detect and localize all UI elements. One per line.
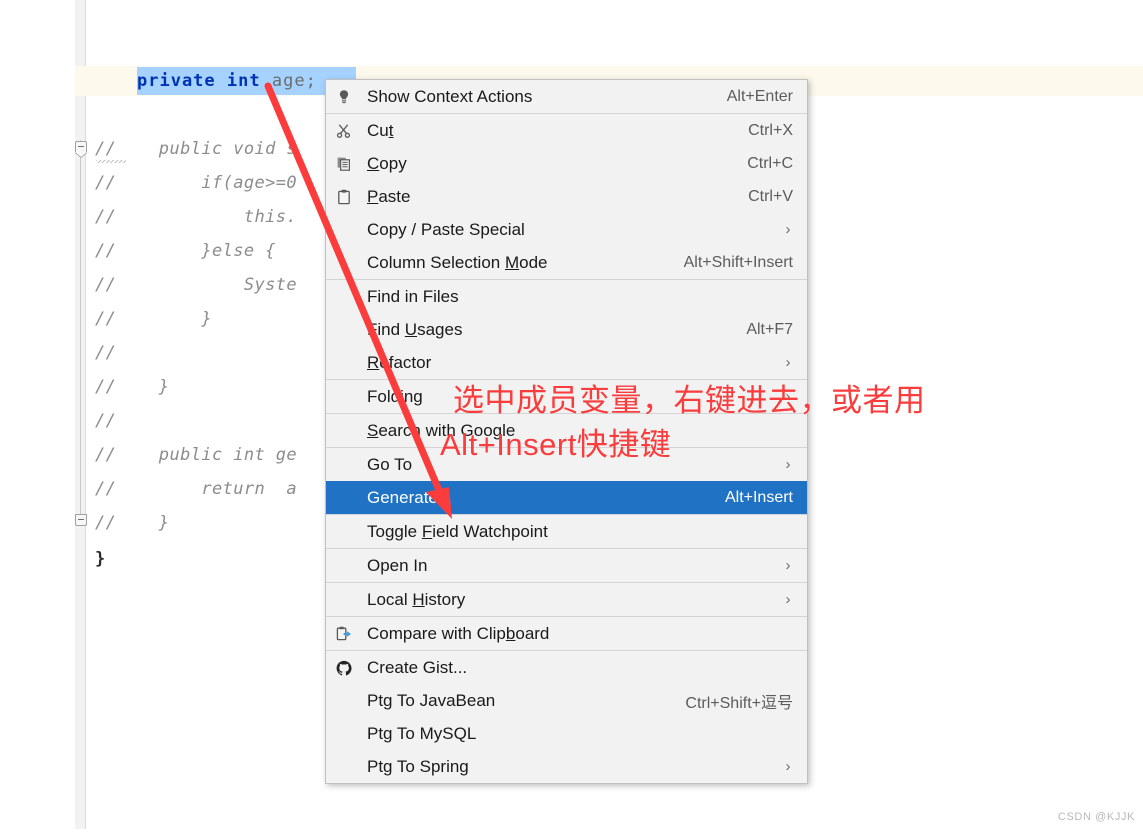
chevron-right-icon: › xyxy=(785,354,791,371)
menu-item-show-context-actions[interactable]: Show Context Actions Alt+Enter xyxy=(326,80,807,113)
menu-item-shortcut: Alt+F7 xyxy=(746,320,793,338)
menu-item-label: Copy / Paste Special xyxy=(367,219,525,239)
menu-item-label: Local History xyxy=(367,589,466,609)
keyword-int: int xyxy=(226,71,261,91)
menu-item-toggle-field-watchpoint[interactable]: Toggle Field Watchpoint xyxy=(326,515,807,548)
menu-item-label: Cut xyxy=(367,120,394,140)
menu-item-label: Compare with Clipboard xyxy=(367,623,550,643)
menu-item-label: Open In xyxy=(367,555,428,575)
menu-item-shortcut: Ctrl+Shift+逗号 xyxy=(685,694,793,712)
code-line-comment: // public int ge xyxy=(95,445,298,465)
menu-item-label: Find in Files xyxy=(367,286,459,306)
scissors-icon xyxy=(326,123,361,139)
paste-icon xyxy=(326,188,361,205)
code-line-comment: // this. xyxy=(95,207,298,227)
menu-item-copy[interactable]: Copy Ctrl+C xyxy=(326,147,807,180)
copy-icon xyxy=(326,156,361,172)
code-line-comment: // } xyxy=(95,309,212,329)
chevron-right-icon: › xyxy=(785,221,791,238)
chevron-right-icon: › xyxy=(785,557,791,574)
menu-item-label: Column Selection Mode xyxy=(367,252,548,272)
menu-item-refactor[interactable]: Refactor › xyxy=(326,346,807,379)
menu-item-create-gist[interactable]: Create Gist... xyxy=(326,651,807,684)
code-line-comment: // } xyxy=(95,513,170,533)
menu-item-find-usages[interactable]: Find Usages Alt+F7 xyxy=(326,313,807,346)
menu-item-go-to[interactable]: Go To › xyxy=(326,448,807,481)
menu-item-generate[interactable]: Generate... Alt+Insert xyxy=(326,481,807,514)
menu-item-label: Create Gist... xyxy=(367,657,468,677)
keyword-private: private xyxy=(137,71,216,91)
menu-item-shortcut: Alt+Enter xyxy=(726,87,793,105)
csdn-watermark: CSDN @KJJK xyxy=(1057,811,1135,823)
code-line-comment: // }else { xyxy=(95,241,276,261)
menu-item-label: Ptg To JavaBean xyxy=(367,690,496,710)
code-line-comment: // if(age>=0 xyxy=(95,173,298,193)
compare-clipboard-icon xyxy=(326,625,361,642)
menu-item-cut[interactable]: Cut Ctrl+X xyxy=(326,114,807,147)
menu-item-label: Refactor xyxy=(367,352,432,372)
menu-item-label: Generate... xyxy=(367,487,453,507)
code-line-declaration: private int age; xyxy=(137,66,317,96)
lightbulb-icon xyxy=(326,89,361,105)
menu-item-ptg-to-mysql[interactable]: Ptg To MySQL xyxy=(326,717,807,750)
menu-item-label: Search with Google xyxy=(367,420,516,440)
context-menu[interactable]: Show Context Actions Alt+Enter Cut Ctrl+X Co… xyxy=(325,79,808,784)
code-line-comment: // xyxy=(95,343,117,363)
warning-squiggle xyxy=(96,160,126,163)
code-line-closing-brace: } xyxy=(95,549,106,569)
chevron-right-icon: › xyxy=(785,591,791,608)
menu-item-shortcut: Ctrl+V xyxy=(748,187,793,205)
code-line-comment: // Syste xyxy=(95,275,298,295)
menu-item-search-with-google[interactable]: Search with Google xyxy=(326,414,807,447)
menu-item-compare-with-clipboard[interactable]: Compare with Clipboard xyxy=(326,617,807,650)
menu-item-ptg-to-javabean[interactable]: Ptg To JavaBean Ctrl+Shift+逗号 xyxy=(326,684,807,717)
menu-item-label: Go To xyxy=(367,454,413,474)
code-line-comment: // } xyxy=(95,377,170,397)
chevron-right-icon: › xyxy=(785,456,791,473)
menu-item-label: Toggle Field Watchpoint xyxy=(367,521,548,541)
menu-item-label: Ptg To MySQL xyxy=(367,723,477,743)
menu-item-label: Folding xyxy=(367,386,423,406)
menu-item-folding[interactable]: Folding › xyxy=(326,380,807,413)
menu-item-copy-paste-special[interactable]: Copy / Paste Special › xyxy=(326,213,807,246)
identifier-age: age; xyxy=(260,71,317,91)
menu-item-label: Show Context Actions xyxy=(367,86,533,106)
menu-item-shortcut: Alt+Insert xyxy=(724,488,793,506)
code-line-comment: // xyxy=(95,411,117,431)
chevron-right-icon: › xyxy=(785,758,791,775)
menu-item-label: Ptg To Spring xyxy=(367,756,469,776)
menu-item-find-in-files[interactable]: Find in Files xyxy=(326,280,807,313)
menu-item-column-selection-mode[interactable]: Column Selection Mode Alt+Shift+Insert xyxy=(326,246,807,279)
menu-item-local-history[interactable]: Local History › xyxy=(326,583,807,616)
menu-item-shortcut: Ctrl+X xyxy=(748,121,793,139)
menu-item-label: Find Usages xyxy=(367,319,463,339)
menu-item-label: Copy xyxy=(367,153,407,173)
menu-item-shortcut: Ctrl+C xyxy=(747,154,793,172)
code-line-comment: // return a xyxy=(95,479,298,499)
menu-item-label: Paste xyxy=(367,186,411,206)
menu-item-paste[interactable]: Paste Ctrl+V xyxy=(326,180,807,213)
menu-item-open-in[interactable]: Open In › xyxy=(326,549,807,582)
menu-item-shortcut: Alt+Shift+Insert xyxy=(683,253,793,271)
menu-item-ptg-to-spring[interactable]: Ptg To Spring › xyxy=(326,750,807,783)
chevron-right-icon: › xyxy=(785,388,791,405)
github-icon xyxy=(326,660,361,676)
